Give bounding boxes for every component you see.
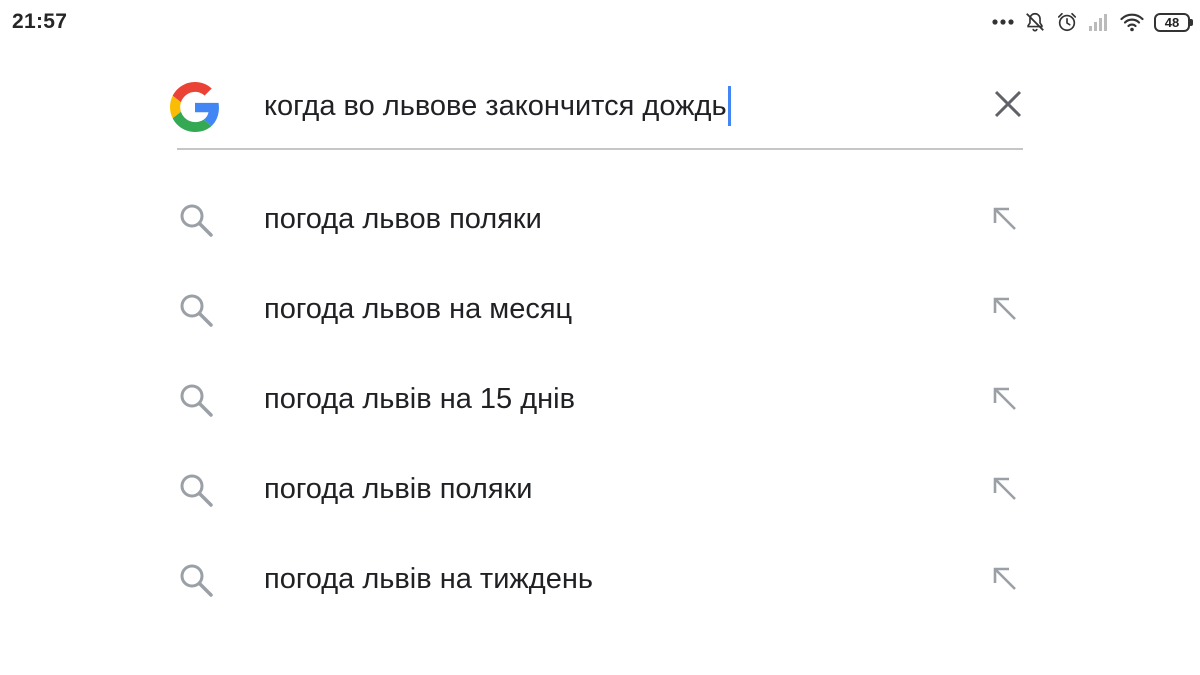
fill-query-button[interactable] [984,380,1024,420]
suggestion-label[interactable]: погода львів на тиждень [264,563,593,596]
status-time: 21:57 [12,10,68,33]
clear-search-button[interactable] [986,84,1030,128]
signal-icon [1088,12,1110,32]
suggestion-item[interactable]: погода львов на месяц [170,265,1030,355]
arrow-up-left-icon [990,204,1018,237]
notifications-off-icon [1024,11,1046,33]
fill-query-button[interactable] [984,200,1024,240]
arrow-up-left-icon [990,474,1018,507]
fill-query-button[interactable] [984,290,1024,330]
text-cursor [727,86,731,126]
search-icon [178,382,214,418]
search-icon [178,202,214,238]
suggestion-item[interactable]: погода львів поляки [170,445,1030,535]
wifi-icon [1120,12,1144,32]
arrow-up-left-icon [990,384,1018,417]
search-icon [178,292,214,328]
battery-icon: 48 [1154,12,1193,32]
suggestion-label[interactable]: погода львов на месяц [264,293,572,326]
search-icon [178,562,214,598]
suggestion-label[interactable]: погода львов поляки [264,203,542,236]
close-icon [994,90,1022,123]
fill-query-button[interactable] [984,560,1024,600]
status-icons: 48 [992,8,1193,36]
search-bar: когда во львове закончится дождь [170,70,1030,150]
suggestion-item[interactable]: погода львів на тиждень [170,535,1030,625]
suggestion-label[interactable]: погода львів поляки [264,473,532,506]
battery-level: 48 [1164,14,1180,30]
status-bar: 21:57 48 [0,0,1200,44]
fill-query-button[interactable] [984,470,1024,510]
search-divider [177,148,1023,150]
more-dots-icon [992,18,1014,26]
arrow-up-left-icon [990,294,1018,327]
search-input[interactable]: когда во львове закончится дождь [264,86,731,126]
arrow-up-left-icon [990,564,1018,597]
suggestion-list: погода львов поляки погода львов на меся… [170,175,1030,625]
google-g-icon [170,82,220,132]
search-icon [178,472,214,508]
suggestion-item[interactable]: погода львів на 15 днів [170,355,1030,445]
suggestion-label[interactable]: погода львів на 15 днів [264,383,575,416]
search-query-text[interactable]: когда во львове закончится дождь [264,90,727,123]
alarm-icon [1056,11,1078,33]
suggestion-item[interactable]: погода львов поляки [170,175,1030,265]
